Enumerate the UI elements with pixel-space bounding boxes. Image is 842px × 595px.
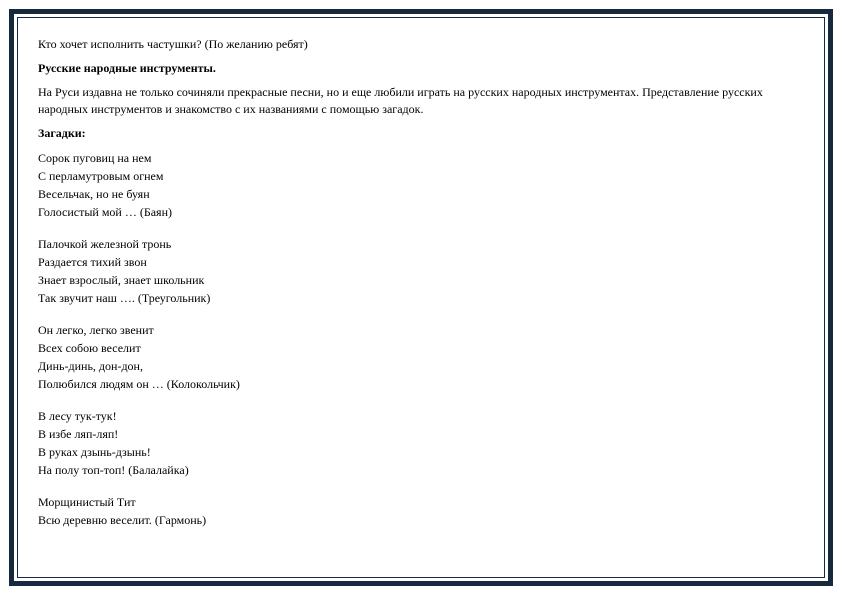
inner-frame: Кто хочет исполнить частушки? (По желани… bbox=[17, 17, 825, 578]
riddle-block: Морщинистый ТитВсю деревню веселит. (Гар… bbox=[38, 493, 804, 529]
riddle-line: Знает взрослый, знает школьник bbox=[38, 271, 804, 289]
riddle-line: В избе ляп-ляп! bbox=[38, 425, 804, 443]
riddle-line: На полу топ-топ! (Балалайка) bbox=[38, 461, 804, 479]
riddle-line: Морщинистый Тит bbox=[38, 493, 804, 511]
riddle-line: Голосистый мой … (Баян) bbox=[38, 203, 804, 221]
riddle-line: Так звучит наш …. (Треугольник) bbox=[38, 289, 804, 307]
riddle-line: Он легко, легко звенит bbox=[38, 321, 804, 339]
riddle-line: Динь-динь, дон-дон, bbox=[38, 357, 804, 375]
riddle-line: Всех собою веселит bbox=[38, 339, 804, 357]
riddle-line: С перламутровым огнем bbox=[38, 167, 804, 185]
outer-frame: Кто хочет исполнить частушки? (По желани… bbox=[9, 9, 833, 586]
riddle-block: Палочкой железной троньРаздается тихий з… bbox=[38, 235, 804, 307]
heading-instruments: Русские народные инструменты. bbox=[38, 60, 804, 76]
riddles-container: Сорок пуговиц на немС перламутровым огне… bbox=[38, 149, 804, 529]
intro-question: Кто хочет исполнить частушки? (По желани… bbox=[38, 36, 804, 52]
riddle-line: Весельчак, но не буян bbox=[38, 185, 804, 203]
riddle-block: В лесу тук-тук!В избе ляп-ляп!В руках дз… bbox=[38, 407, 804, 479]
riddle-line: Раздается тихий звон bbox=[38, 253, 804, 271]
riddle-line: Сорок пуговиц на нем bbox=[38, 149, 804, 167]
body-paragraph: На Руси издавна не только сочиняли прекр… bbox=[38, 84, 804, 116]
riddle-block: Сорок пуговиц на немС перламутровым огне… bbox=[38, 149, 804, 221]
riddle-line: В руках дзынь-дзынь! bbox=[38, 443, 804, 461]
riddle-line: Палочкой железной тронь bbox=[38, 235, 804, 253]
riddle-block: Он легко, легко звенитВсех собою веселит… bbox=[38, 321, 804, 393]
heading-riddles: Загадки: bbox=[38, 125, 804, 141]
riddle-line: Всю деревню веселит. (Гармонь) bbox=[38, 511, 804, 529]
riddle-line: В лесу тук-тук! bbox=[38, 407, 804, 425]
riddle-line: Полюбился людям он … (Колокольчик) bbox=[38, 375, 804, 393]
